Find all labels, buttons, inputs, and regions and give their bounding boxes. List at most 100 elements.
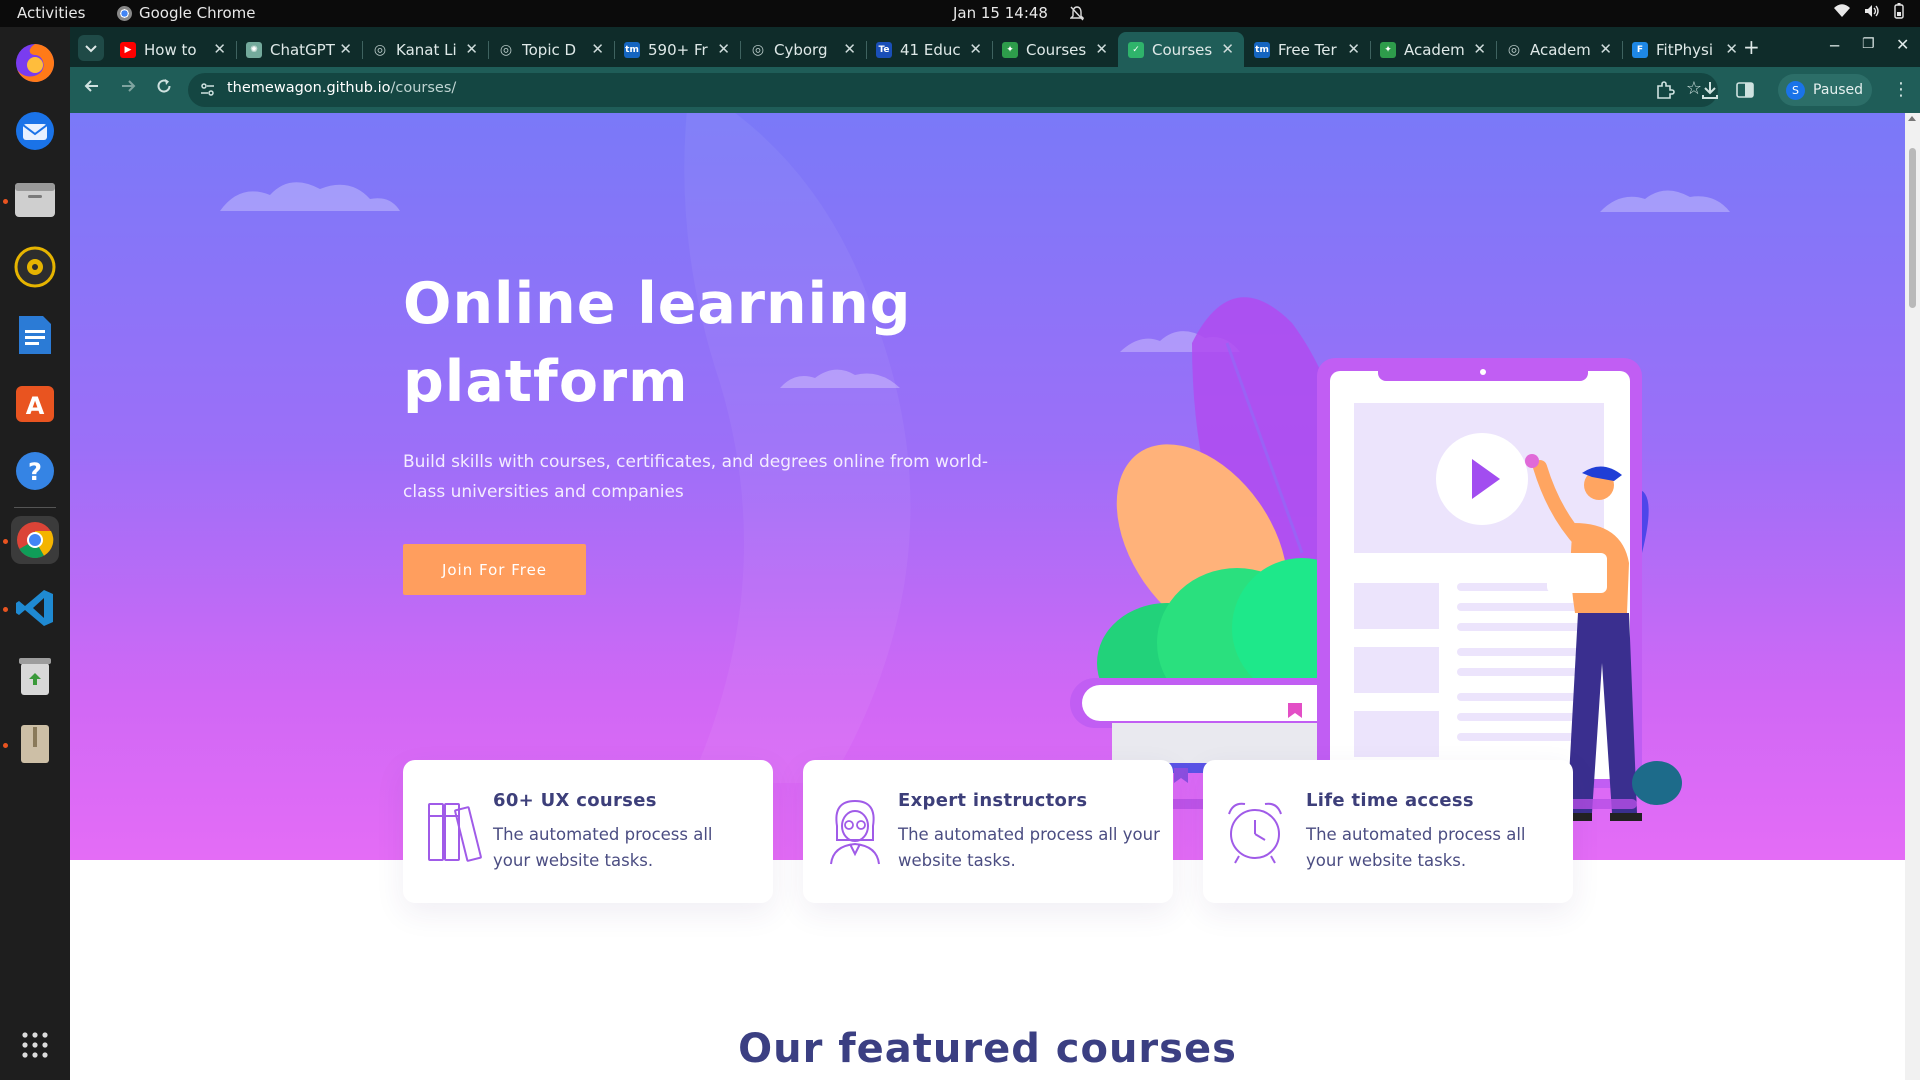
tab-title: Cyborg xyxy=(774,40,828,59)
firefox-launcher[interactable] xyxy=(11,39,59,87)
app-center-launcher[interactable]: A xyxy=(11,379,59,427)
system-top-bar: Activities Google Chrome Jan 15 14:48 xyxy=(0,0,1920,27)
system-tray[interactable] xyxy=(1834,3,1904,19)
close-tab-icon[interactable]: ✕ xyxy=(1725,40,1738,58)
browser-tab[interactable]: ◎ Kanat Li ✕ xyxy=(362,32,488,67)
address-bar[interactable]: themewagon.github.io/courses/ ☆ xyxy=(188,73,1718,107)
cloud-decoration xyxy=(220,182,400,211)
arrow-right-icon xyxy=(122,80,136,92)
tab-strip: ▶ How to ✕ ✺ ChatGPT ✕ ◎ Kanat Li ✕ ◎ Topic D ✕ tm 59… xyxy=(70,27,1920,67)
chrome-menu-button[interactable]: ⋮ xyxy=(1892,79,1910,100)
profile-button[interactable]: S Paused xyxy=(1778,74,1872,106)
help-icon: ? xyxy=(16,452,54,490)
maximize-button[interactable]: ❐ xyxy=(1862,36,1875,52)
arrow-left-icon xyxy=(84,80,98,92)
app-menu[interactable]: Google Chrome xyxy=(117,4,256,22)
files-icon xyxy=(15,183,55,217)
close-tab-icon[interactable]: ✕ xyxy=(969,40,982,58)
close-tab-icon[interactable]: ✕ xyxy=(843,40,856,58)
close-tab-icon[interactable]: ✕ xyxy=(213,40,226,58)
clock-text: Jan 15 14:48 xyxy=(953,4,1048,22)
browser-tab[interactable]: tm Free Ter ✕ xyxy=(1244,32,1370,67)
close-window-button[interactable]: ✕ xyxy=(1896,35,1909,54)
new-tab-button[interactable]: + xyxy=(1743,35,1760,59)
te-favicon-icon: Te xyxy=(876,41,892,58)
browser-tab[interactable]: ◎ Topic D ✕ xyxy=(488,32,614,67)
close-tab-icon[interactable]: ✕ xyxy=(591,40,604,58)
close-tab-icon[interactable]: ✕ xyxy=(465,40,478,58)
archive-launcher[interactable] xyxy=(11,720,59,768)
dock: A ? xyxy=(0,27,70,1080)
close-tab-icon[interactable]: ✕ xyxy=(339,40,352,58)
tab-title: How to xyxy=(144,40,197,59)
thunderbird-launcher[interactable] xyxy=(11,107,59,155)
feature-card-courses: 60+ UX courses The automated process all… xyxy=(403,760,773,903)
clock[interactable]: Jan 15 14:48 xyxy=(953,4,1084,22)
browser-tab[interactable]: ▶ How to ✕ xyxy=(110,32,236,67)
feature-title: Expert instructors xyxy=(898,790,1088,811)
browser-tab[interactable]: ✦ Academ ✕ xyxy=(1370,32,1496,67)
svg-text:?: ? xyxy=(28,458,42,486)
scrollbar-thumb[interactable] xyxy=(1909,148,1916,308)
browser-tab[interactable]: ◎ Cyborg ✕ xyxy=(740,32,866,67)
browser-tab[interactable]: F FitPhysi ✕ xyxy=(1622,32,1748,67)
close-tab-icon[interactable]: ✕ xyxy=(1347,40,1360,58)
archive-icon xyxy=(21,725,49,763)
featured-courses-heading: Our featured courses xyxy=(738,1026,1237,1072)
browser-tab[interactable]: Te 41 Educ ✕ xyxy=(866,32,992,67)
feature-card-instructors: Expert instructors The automated process… xyxy=(803,760,1173,903)
downloads-icon[interactable] xyxy=(1700,80,1720,100)
minimize-button[interactable]: ─ xyxy=(1830,37,1839,55)
instructor-icon xyxy=(830,799,880,865)
tab-title: Courses xyxy=(1152,40,1213,59)
trash-launcher[interactable] xyxy=(11,652,59,700)
site-info-icon[interactable] xyxy=(200,82,215,97)
fp-favicon-icon: F xyxy=(1632,41,1648,58)
browser-toolbar: themewagon.github.io/courses/ ☆ S Paused… xyxy=(70,67,1920,113)
tab-title: ChatGPT xyxy=(270,40,335,59)
vscode-launcher[interactable] xyxy=(11,584,59,632)
hero-section: Online learning platform Build skills wi… xyxy=(70,113,1905,860)
wifi-icon xyxy=(1834,4,1850,17)
close-tab-icon[interactable]: ✕ xyxy=(1095,40,1108,58)
help-launcher[interactable]: ? xyxy=(11,447,59,495)
extensions-icon[interactable] xyxy=(1655,80,1675,100)
chrome-app-icon xyxy=(117,5,132,21)
close-tab-icon[interactable]: ✕ xyxy=(717,40,730,58)
feature-text: The automated process all your website t… xyxy=(1306,825,1526,870)
reload-button[interactable] xyxy=(151,77,177,103)
close-tab-icon[interactable]: ✕ xyxy=(1599,40,1612,58)
globe-favicon-icon: ◎ xyxy=(499,41,513,58)
back-button[interactable] xyxy=(79,77,105,103)
browser-tab[interactable]: ✦ Courses ✕ xyxy=(992,32,1118,67)
show-apps-button[interactable] xyxy=(11,1021,59,1069)
browser-tab[interactable]: ✺ ChatGPT ✕ xyxy=(236,32,362,67)
browser-window: ▶ How to ✕ ✺ ChatGPT ✕ ◎ Kanat Li ✕ ◎ Topic D ✕ tm 59… xyxy=(70,27,1920,113)
page-scrollbar[interactable] xyxy=(1905,113,1920,1080)
feature-title: 60+ UX courses xyxy=(493,790,657,811)
tab-title: Academ xyxy=(1404,40,1465,59)
tab-title: Courses xyxy=(1026,40,1087,59)
browser-tab[interactable]: tm 590+ Fr ✕ xyxy=(614,32,740,67)
app-name: Google Chrome xyxy=(139,4,256,22)
url-host: themewagon.github.io xyxy=(227,80,391,96)
scroll-up-arrow[interactable] xyxy=(1908,116,1916,121)
tab-search-button[interactable] xyxy=(78,35,104,61)
tab-title: Free Ter xyxy=(1278,40,1337,59)
chatgpt-favicon-icon: ✺ xyxy=(246,41,262,58)
leaf-favicon-icon: ✦ xyxy=(1380,41,1396,58)
rhythmbox-icon xyxy=(14,246,56,288)
activities-button[interactable]: Activities xyxy=(17,4,85,22)
files-launcher[interactable] xyxy=(11,175,59,223)
rhythmbox-launcher[interactable] xyxy=(11,243,59,291)
chrome-launcher[interactable] xyxy=(11,516,59,564)
browser-tab[interactable]: ✓ Courses ✕ xyxy=(1118,32,1244,67)
browser-tab[interactable]: ◎ Academ ✕ xyxy=(1496,32,1622,67)
forward-button[interactable] xyxy=(115,77,141,103)
battery-icon xyxy=(1894,3,1904,19)
close-tab-icon[interactable]: ✕ xyxy=(1473,40,1486,58)
side-panel-icon[interactable] xyxy=(1735,80,1755,100)
join-for-free-button[interactable]: Join For Free xyxy=(403,544,586,595)
writer-launcher[interactable] xyxy=(11,311,59,359)
close-tab-icon[interactable]: ✕ xyxy=(1221,40,1234,58)
